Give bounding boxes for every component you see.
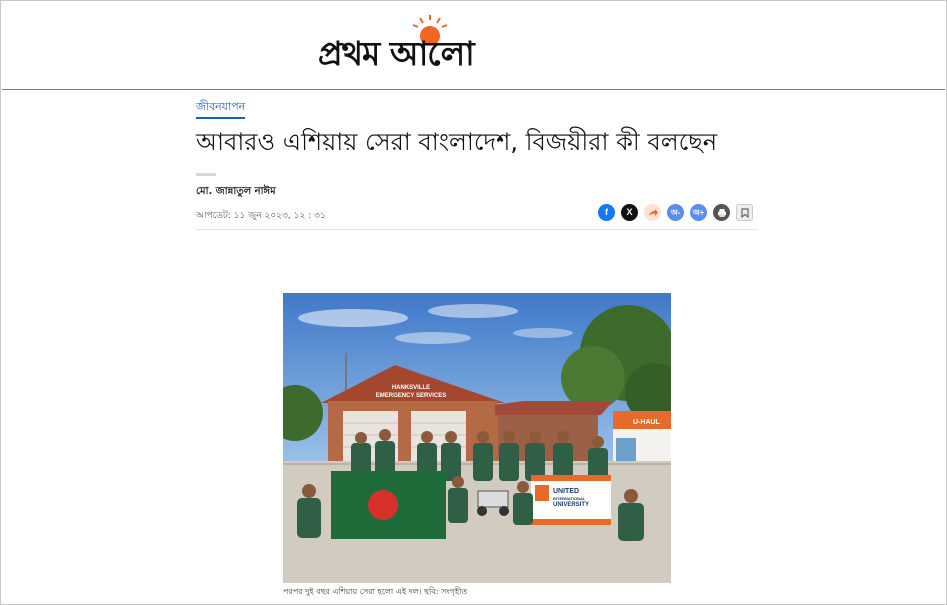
team-photo-illustration: HANKSVILLE EMERGENCY SERVICES U-HAUL UNI… bbox=[283, 293, 671, 583]
publish-date: আপডেট: ১১ জুন ২০২৩, ১২ : ৩১ bbox=[196, 211, 326, 221]
category-link[interactable]: জীবনযাপন bbox=[196, 100, 246, 119]
author-name[interactable]: মো. জান্নাতুল নাঈম bbox=[196, 184, 276, 201]
header-divider bbox=[2, 89, 945, 90]
banner-line3: UNIVERSITY bbox=[553, 502, 589, 508]
byline-divider bbox=[196, 173, 216, 176]
logo-wordmark: প্রথম আলো bbox=[318, 34, 475, 73]
bookmark-icon[interactable] bbox=[736, 204, 753, 221]
banner-line2: INTERNATIONAL bbox=[553, 496, 586, 501]
share-toolbar: f X অ- অ+ bbox=[598, 204, 753, 221]
truck-label: U-HAUL bbox=[633, 419, 661, 426]
meta-divider bbox=[196, 229, 758, 230]
article-headline: আবারও এশিয়ায় সেরা বাংলাদেশ, বিজয়ীরা ক… bbox=[196, 128, 718, 156]
photo-caption: পরপর দুই বছর এশিয়ায় সেরা হলো এই দল। ছব… bbox=[283, 587, 468, 596]
banner-line1: UNITED bbox=[553, 488, 579, 495]
article-photo[interactable]: HANKSVILLE EMERGENCY SERVICES U-HAUL UNI… bbox=[283, 293, 671, 583]
building-sign-line1: HANKSVILLE bbox=[392, 385, 430, 391]
building-sign-line2: EMERGENCY SERVICES bbox=[376, 393, 446, 399]
facebook-icon[interactable]: f bbox=[598, 204, 615, 221]
site-logo[interactable]: প্রথম আলো bbox=[318, 14, 543, 73]
share-icon[interactable] bbox=[644, 204, 661, 221]
print-icon[interactable] bbox=[713, 204, 730, 221]
font-increase-icon[interactable]: অ+ bbox=[690, 204, 707, 221]
x-icon[interactable]: X bbox=[621, 204, 638, 221]
font-decrease-icon[interactable]: অ- bbox=[667, 204, 684, 221]
